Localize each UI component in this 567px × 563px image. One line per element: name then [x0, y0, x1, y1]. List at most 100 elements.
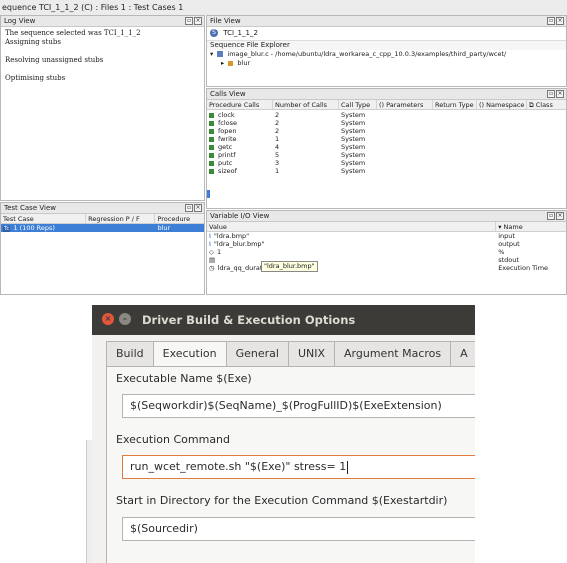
- table-row[interactable]: getc 4 System: [207, 143, 566, 151]
- sequence-file-explorer-title: Sequence File Explorer: [207, 40, 566, 50]
- table-row[interactable]: clock 2 System: [207, 111, 566, 119]
- file-node-label: image_blur.c - /home/ubuntu/ldra_workare…: [227, 50, 507, 58]
- text-cursor: [347, 460, 349, 474]
- column-header[interactable]: () Namespace: [477, 100, 527, 109]
- collapse-arrow-icon[interactable]: ▸: [221, 59, 224, 67]
- call-icon: [209, 120, 214, 126]
- call-name: fclose: [218, 119, 238, 127]
- test-case-badge: Tc: [3, 226, 11, 232]
- table-row[interactable]: sizeof 1 System: [207, 167, 566, 175]
- close-icon[interactable]: ×: [194, 204, 202, 212]
- file-view-title: File View: [210, 17, 241, 25]
- column-header[interactable]: () Parameters: [377, 100, 433, 109]
- sequence-icon: S: [210, 29, 218, 37]
- close-icon[interactable]: ×: [556, 17, 564, 25]
- log-line: Assigning stubs: [5, 38, 61, 46]
- tab-general[interactable]: General: [225, 341, 289, 366]
- call-count: 2: [275, 119, 280, 127]
- function-tree-node[interactable]: ▸ blur: [207, 59, 566, 68]
- table-row[interactable]: fclose 2 System: [207, 119, 566, 127]
- call-name: fwrite: [218, 135, 237, 143]
- close-icon[interactable]: ×: [556, 212, 564, 220]
- restore-icon[interactable]: ▫: [547, 90, 555, 98]
- function-node-label: blur: [237, 59, 251, 67]
- tab-execution[interactable]: Execution: [152, 341, 227, 367]
- restore-icon[interactable]: ▫: [185, 17, 193, 25]
- execution-command-value: run_wcet_remote.sh "$(Exe)" stress= 1: [130, 460, 347, 473]
- tab-strip: Build Execution General UNIX Argument Ma…: [106, 341, 475, 367]
- call-type: System: [341, 119, 366, 127]
- variable-io-view-header: Variable I/O View ▫ ×: [207, 211, 566, 222]
- sequence-row[interactable]: S TCI_1_1_2: [207, 27, 566, 40]
- minimize-icon[interactable]: –: [119, 313, 131, 325]
- call-icon: [209, 168, 214, 174]
- start-directory-field[interactable]: $(Sourcedir): [122, 517, 475, 541]
- tab-more[interactable]: A: [450, 341, 475, 366]
- execution-command-field[interactable]: run_wcet_remote.sh "$(Exe)" stress= 1: [122, 455, 475, 479]
- file-tree-node[interactable]: ▾ image_blur.c - /home/ubuntu/ldra_worka…: [207, 50, 566, 59]
- column-header-label: Class: [535, 101, 553, 109]
- log-line: The sequence selected was TCI_1_1_2: [5, 29, 141, 37]
- table-row[interactable]: putc 3 System: [207, 159, 566, 167]
- restore-icon[interactable]: ▫: [547, 212, 555, 220]
- column-header[interactable]: Return Type: [433, 100, 477, 109]
- parameters-icon: (): [379, 101, 385, 109]
- call-icon: [209, 160, 214, 166]
- table-row[interactable]: I "ldra_blur.bmp" output: [207, 240, 566, 248]
- table-row[interactable]: fwrite 1 System: [207, 135, 566, 143]
- call-count: 2: [275, 111, 280, 119]
- test-case-view-header: Test Case View ▫ ×: [1, 203, 204, 214]
- test-case-view-title: Test Case View: [4, 204, 56, 212]
- call-icon: [209, 112, 214, 118]
- function-icon: [228, 60, 234, 66]
- call-type: System: [341, 159, 366, 167]
- column-header[interactable]: Procedure Calls: [207, 100, 273, 109]
- file-view-pane: File View ▫ × S TCI_1_1_2 Sequence File …: [206, 15, 567, 87]
- call-icon: [209, 152, 214, 158]
- log-line: Resolving unassigned stubs: [5, 56, 104, 64]
- column-header[interactable]: Call Type: [339, 100, 377, 109]
- scroll-marker[interactable]: [207, 190, 210, 198]
- variable-value: 1: [217, 248, 222, 256]
- tab-build[interactable]: Build: [106, 341, 154, 366]
- call-count: 5: [275, 151, 280, 159]
- close-icon[interactable]: ×: [194, 17, 202, 25]
- column-header[interactable]: Value: [207, 222, 497, 231]
- variable-name: %: [498, 248, 505, 256]
- tab-unix[interactable]: UNIX: [287, 341, 336, 366]
- column-header[interactable]: Test Case: [1, 214, 87, 223]
- calls-view-title: Calls View: [210, 90, 246, 98]
- column-header[interactable]: Number of Calls: [273, 100, 339, 109]
- call-count: 4: [275, 143, 280, 151]
- variable-io-view-pane: Variable I/O View ▫ × Value ▾ Name I "ldr…: [206, 210, 567, 295]
- call-count: 1: [275, 167, 280, 175]
- call-icon: [209, 144, 214, 150]
- column-header[interactable]: ▾ Name: [496, 222, 566, 231]
- table-row[interactable]: ◇ 1%: [207, 248, 566, 256]
- log-line: Optimising stubs: [5, 74, 66, 82]
- executable-name-field[interactable]: $(Seqworkdir)$(SeqName)_$(ProgFullID)$(E…: [122, 394, 475, 418]
- variable-table-header: Value ▾ Name: [207, 222, 566, 232]
- background-window-strip: [0, 300, 92, 563]
- close-icon[interactable]: ×: [102, 313, 114, 325]
- execution-command-label: Execution Command: [116, 433, 231, 446]
- close-icon[interactable]: ×: [556, 90, 564, 98]
- test-case-view-pane: Test Case View ▫ × Test Case Regression …: [0, 202, 205, 295]
- restore-icon[interactable]: ▫: [185, 204, 193, 212]
- diamond-icon: ◇: [209, 248, 214, 256]
- table-row[interactable]: fopen 2 System: [207, 127, 566, 135]
- column-header[interactable]: ⧉ Class: [527, 100, 565, 109]
- table-row[interactable]: Tc 1 (100 Reps) blur: [1, 224, 204, 232]
- call-type: System: [341, 167, 366, 175]
- c-file-icon: [217, 51, 224, 57]
- column-header[interactable]: Regression P / F: [86, 214, 156, 223]
- expand-arrow-icon[interactable]: ▾: [210, 50, 213, 58]
- column-header-label: Parameters: [386, 101, 424, 109]
- table-row[interactable]: printf 5 System: [207, 151, 566, 159]
- table-row[interactable]: I "ldra.bmp" input: [207, 232, 566, 240]
- restore-icon[interactable]: ▫: [547, 17, 555, 25]
- column-header[interactable]: Procedure: [155, 214, 204, 223]
- tab-argument-macros[interactable]: Argument Macros: [334, 341, 452, 366]
